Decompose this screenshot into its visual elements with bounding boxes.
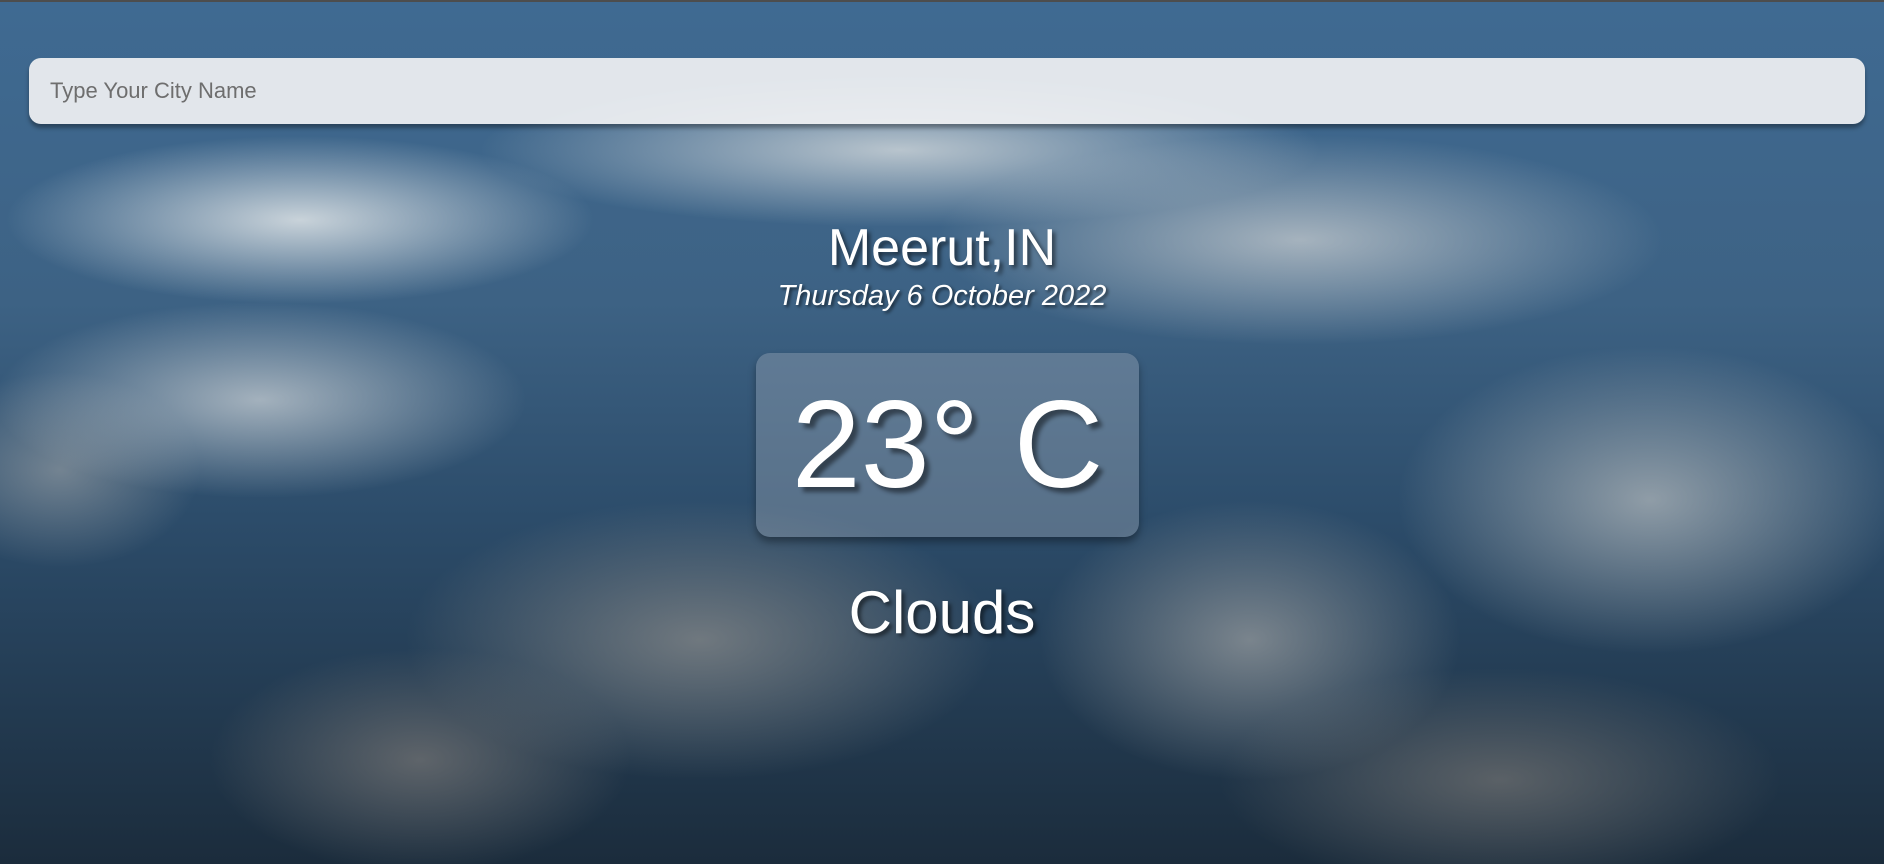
weather-condition: Clouds xyxy=(848,579,1036,646)
temperature-value: 23° C xyxy=(791,376,1104,514)
top-border xyxy=(0,0,1884,2)
date-text: Thursday 6 October 2022 xyxy=(777,280,1107,312)
search-box[interactable] xyxy=(29,58,1865,124)
location-heading: Meerut,IN xyxy=(827,219,1057,277)
city-search-input[interactable] xyxy=(48,77,1846,105)
temperature-card: 23° C xyxy=(756,353,1139,537)
